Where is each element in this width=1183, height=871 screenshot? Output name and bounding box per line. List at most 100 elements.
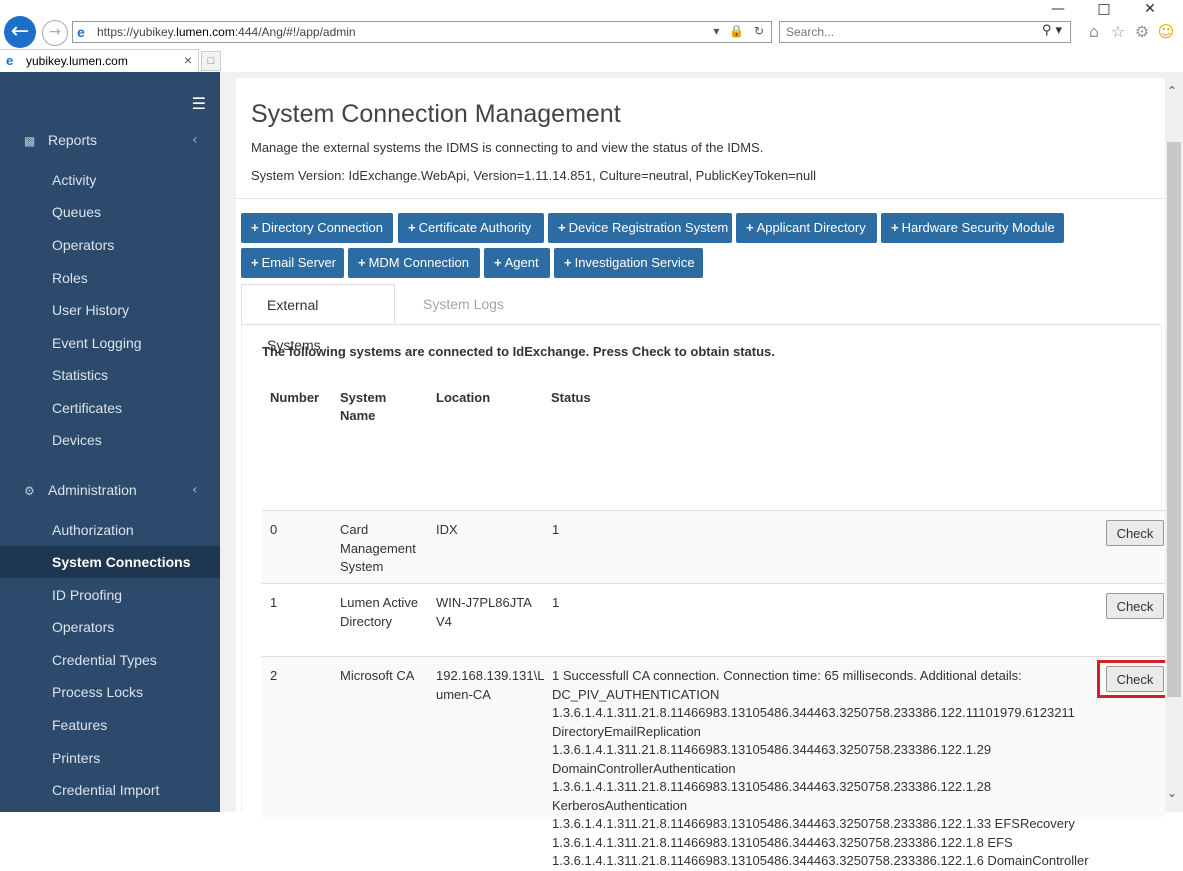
chevron-left-icon: ‹ <box>192 132 198 148</box>
bar-chart-icon: ▩ <box>24 134 36 148</box>
chevron-left-icon: ‹ <box>192 482 198 498</box>
sidebar-item-id-proofing[interactable]: ID Proofing <box>0 579 220 611</box>
home-icon[interactable]: ⌂ <box>1082 22 1106 41</box>
sidebar-item-credential-import[interactable]: Credential Import <box>0 774 220 806</box>
address-bar[interactable]: e https://yubikey.lumen.com:444/Ang/#!/a… <box>72 21 772 43</box>
add-hsm-button[interactable]: + Hardware Security Module <box>881 213 1064 243</box>
content-panel: System Connection Management Manage the … <box>236 78 1173 868</box>
row-system-name: Microsoft CA <box>340 668 415 683</box>
search-input[interactable] <box>784 24 1028 40</box>
sidebar-item-queues[interactable]: Queues <box>0 196 220 228</box>
button-label: Email Server <box>261 255 337 270</box>
sidebar-item-certificates[interactable]: Certificates <box>0 392 220 424</box>
table-row: 1 Lumen Active Directory WIN-J7PL86JTAV4… <box>262 583 1165 656</box>
header-status: Status <box>551 390 591 405</box>
plus-icon: + <box>891 220 899 235</box>
sidebar-item-user-history[interactable]: User History <box>0 294 220 326</box>
button-label: MDM Connection <box>368 255 470 270</box>
row-status: 1 Successfull CA connection. Connection … <box>552 668 1089 868</box>
add-directory-connection-button[interactable]: + Directory Connection <box>241 213 393 243</box>
page-title: System Connection Management <box>251 100 621 128</box>
plus-icon: + <box>746 220 754 235</box>
sidebar-section-administration[interactable]: ⚙ Administration ‹ <box>24 482 198 498</box>
favorites-star-icon[interactable]: ☆ <box>1106 22 1130 41</box>
close-icon[interactable]: ✕ <box>1127 0 1173 18</box>
add-certificate-authority-button[interactable]: + Certificate Authority <box>398 213 544 243</box>
tab-close-icon[interactable]: × <box>184 52 192 68</box>
sidebar-item-operators[interactable]: Operators <box>0 229 220 261</box>
table-row: 0 Card Management System IDX 1 Check <box>262 510 1165 583</box>
add-email-server-button[interactable]: + Email Server <box>241 248 344 278</box>
sidebar-item-devices[interactable]: Devices <box>0 424 220 456</box>
scrollbar-thumb[interactable] <box>1167 142 1181 697</box>
add-agent-button[interactable]: + Agent <box>484 248 550 278</box>
check-button[interactable]: Check <box>1106 520 1164 546</box>
sidebar-item-roles[interactable]: Roles <box>0 262 220 294</box>
sidebar-item-credential-types[interactable]: Credential Types <box>0 644 220 676</box>
table-intro: The following systems are connected to I… <box>262 344 775 359</box>
sidebar-section-label: Administration <box>48 482 137 498</box>
sidebar-item-system-connections[interactable]: System Connections <box>0 546 220 578</box>
plus-icon: + <box>251 220 259 235</box>
tab-system-logs[interactable]: System Logs <box>398 284 529 324</box>
plus-icon: + <box>558 220 566 235</box>
row-system-name: Card Management System <box>340 522 416 574</box>
url-text: https://yubikey.lumen.com:444/Ang/#!/app… <box>97 25 356 39</box>
forward-arrow-icon[interactable]: → <box>42 20 68 46</box>
new-tab-icon[interactable]: □ <box>201 51 221 71</box>
vertical-scrollbar[interactable]: ⌃ ⌄ <box>1165 72 1183 812</box>
button-label: Certificate Authority <box>418 220 532 235</box>
sidebar-item-statistics[interactable]: Statistics <box>0 359 220 391</box>
add-applicant-directory-button[interactable]: + Applicant Directory <box>736 213 877 243</box>
scroll-down-icon[interactable]: ⌄ <box>1167 786 1177 800</box>
browser-search[interactable]: ⚲ ▾ <box>779 21 1071 43</box>
tab-favicon-icon: e <box>6 53 14 68</box>
header-number: Number <box>270 390 320 405</box>
sidebar-item-admin-operators[interactable]: Operators <box>0 611 220 643</box>
smiley-icon[interactable]: ☺ <box>1154 22 1178 41</box>
button-label: Applicant Directory <box>756 220 866 235</box>
add-investigation-service-button[interactable]: + Investigation Service <box>554 248 703 278</box>
plus-icon: + <box>494 255 502 270</box>
button-label: Device Registration System <box>568 220 729 235</box>
tab-external-systems[interactable]: External Systems <box>241 284 395 353</box>
hamburger-menu-icon[interactable]: ☰ <box>192 94 206 113</box>
tab-bar: External Systems System Logs <box>241 284 1160 353</box>
tab-title: yubikey.lumen.com <box>26 54 128 68</box>
scroll-up-icon[interactable]: ⌃ <box>1167 84 1177 98</box>
highlight-box <box>1097 660 1173 698</box>
external-systems-panel: The following systems are connected to I… <box>241 324 1173 868</box>
row-location: WIN-J7PL86JTAV4 <box>436 595 532 629</box>
sidebar-item-process-locks[interactable]: Process Locks <box>0 676 220 708</box>
row-location: IDX <box>436 522 458 537</box>
button-label: Agent <box>504 255 539 270</box>
sidebar-item-authorization[interactable]: Authorization <box>0 514 220 546</box>
cog-icon: ⚙ <box>24 484 35 498</box>
sidebar-item-event-logging[interactable]: Event Logging <box>0 327 220 359</box>
browser-tab[interactable]: e yubikey.lumen.com × <box>0 49 199 72</box>
sidebar: ☰ ▩ Reports ‹ Activity Queues Operators R… <box>0 72 220 812</box>
back-arrow-icon[interactable]: ← <box>4 16 36 48</box>
system-version: System Version: IdExchange.WebApi, Versi… <box>251 168 817 183</box>
check-button[interactable]: Check <box>1106 593 1164 619</box>
sidebar-section-reports[interactable]: ▩ Reports ‹ <box>24 132 198 148</box>
sidebar-item-activity[interactable]: Activity <box>0 164 220 196</box>
header-system-name: System Name <box>340 390 387 423</box>
maximize-icon[interactable]: □ <box>1081 0 1127 18</box>
plus-icon: + <box>251 255 259 270</box>
add-mdm-connection-button[interactable]: + MDM Connection <box>348 248 480 278</box>
sidebar-item-printers[interactable]: Printers <box>0 742 220 774</box>
button-label: Directory Connection <box>261 220 383 235</box>
plus-icon: + <box>358 255 366 270</box>
main-content: System Connection Management Manage the … <box>220 72 1173 868</box>
address-tools-icon[interactable]: ▾ 🔒 ↻ <box>713 24 767 38</box>
add-device-registration-button[interactable]: + Device Registration System <box>548 213 732 243</box>
divider <box>236 198 1165 199</box>
search-icon[interactable]: ⚲ ▾ <box>1042 23 1062 38</box>
minimize-icon[interactable]: — <box>1035 0 1081 18</box>
button-label: Hardware Security Module <box>901 220 1055 235</box>
row-number: 0 <box>270 522 278 537</box>
ie-favicon-icon: e <box>77 24 85 40</box>
gear-icon[interactable]: ⚙ <box>1130 22 1154 41</box>
sidebar-item-features[interactable]: Features <box>0 709 220 741</box>
